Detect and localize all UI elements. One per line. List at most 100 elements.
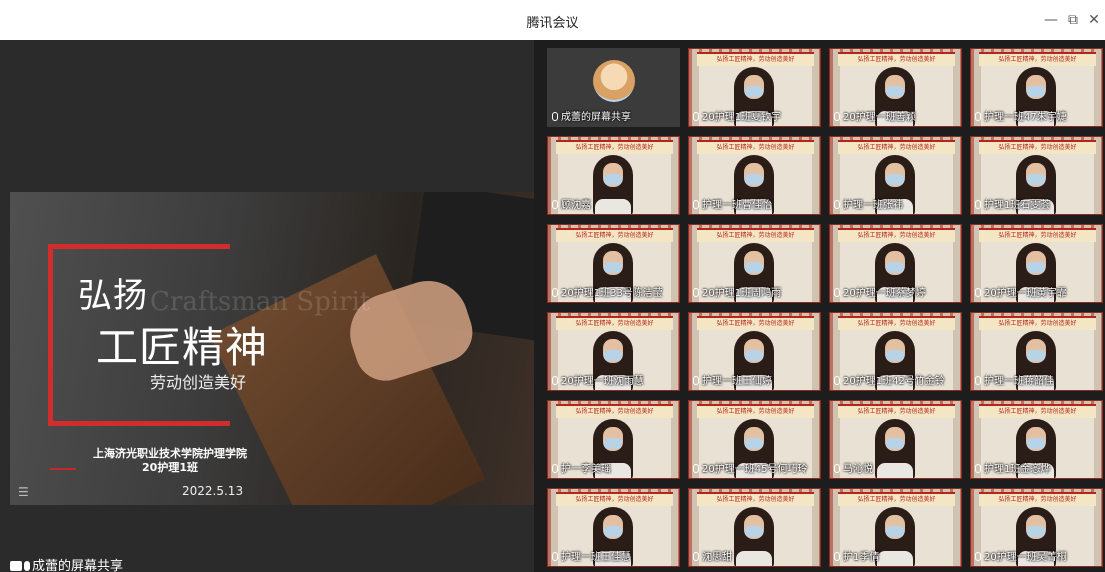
participant-name: 20护理1班周鸿雨 — [693, 284, 781, 299]
mic-icon — [975, 200, 981, 209]
screen-share-caption: 成蕾的屏幕共享 — [10, 555, 123, 572]
tile-banner: 弘扬工匠精神，劳动创造美好 — [697, 140, 814, 154]
mic-icon — [834, 200, 840, 209]
participant-tile[interactable]: 弘扬工匠精神，劳动创造美好 护1季倩 — [829, 488, 962, 567]
mic-icon — [975, 376, 981, 385]
mic-icon — [552, 464, 558, 473]
participant-tile[interactable]: 弘扬工匠精神，劳动创造美好 20护理一班善颖 — [829, 48, 962, 127]
participant-name: 沈思甜 — [693, 548, 732, 563]
mic-icon — [693, 200, 699, 209]
participant-name: 20护理一班善颖 — [834, 108, 916, 123]
mic-icon — [834, 552, 840, 561]
participant-tile[interactable]: 弘扬工匠精神，劳动创造美好 20护理一班黄宇霏 — [970, 224, 1103, 303]
participant-name-text: 20护理1班42号竹金铃 — [843, 376, 945, 387]
participant-video — [875, 419, 915, 478]
close-button[interactable]: ✕ — [1083, 10, 1105, 30]
mic-icon — [834, 464, 840, 473]
participant-video — [593, 155, 633, 214]
tile-banner: 弘扬工匠精神，劳动创造美好 — [979, 228, 1096, 242]
participant-tile[interactable]: 成蕾的屏幕共享 — [547, 48, 680, 127]
participant-tile[interactable]: 弘扬工匠精神，劳动创造美好 20护理一班沈雨慧 — [547, 312, 680, 391]
tile-banner: 弘扬工匠精神，劳动创造美好 — [838, 228, 955, 242]
participant-tile[interactable]: 弘扬工匠精神，劳动创造美好 护理一班曹佳怡 — [688, 136, 821, 215]
org-line1: 上海济光职业技术学院护理学院 — [93, 447, 247, 460]
participant-name: 20护理一班黄宇霏 — [975, 284, 1067, 299]
mic-icon — [834, 288, 840, 297]
participant-name: 20护理1班夏钦宇 — [693, 108, 781, 123]
participant-name-text: 沈思甜 — [702, 552, 732, 563]
participant-name-text: 20护理一班45号何巧玲 — [702, 464, 808, 475]
window-title: 腾讯会议 — [526, 16, 579, 31]
participant-name-text: 20护理一班吴菁桐 — [984, 552, 1067, 563]
participant-tile[interactable]: 弘扬工匠精神，劳动创造美好护理一班47朱宇婕 — [970, 48, 1103, 127]
participant-name-text: 20护理1班夏钦宇 — [702, 112, 782, 123]
mic-icon — [24, 561, 30, 571]
participant-tile[interactable]: 弘扬工匠精神，劳动创造美好护理1班金忞烨 — [970, 400, 1103, 479]
org-line2: 20护理1班 — [142, 461, 198, 474]
mic-icon — [975, 112, 981, 121]
participant-tile[interactable]: 弘扬工匠精神，劳动创造美好 护理一班王佳慧 — [547, 488, 680, 567]
participant-tile[interactable]: 弘扬工匠精神，劳动创造美好 20护理一班吴菁桐 — [970, 488, 1103, 567]
mic-icon — [693, 552, 699, 561]
participant-name: 20护理1班33号陈洁莹 — [552, 284, 663, 299]
participant-tile[interactable]: 弘扬工匠精神，劳动创造美好 护理一班张祎 — [829, 136, 962, 215]
screen-share-label: 成蕾的屏幕共享 — [32, 559, 124, 572]
participant-tile[interactable]: 弘扬工匠精神，劳动创造美好 20护理1班周鸿雨 — [688, 224, 821, 303]
participant-tile[interactable]: 弘扬工匠精神，劳动创造美好 20护理1班42号竹金铃 — [829, 312, 962, 391]
participant-name: 护理一班47朱宇婕 — [975, 108, 1067, 123]
participant-name: 20护理一班沈雨慧 — [552, 372, 644, 387]
tile-banner: 弘扬工匠精神，劳动创造美好 — [697, 404, 814, 418]
mic-icon — [975, 552, 981, 561]
tile-banner: 弘扬工匠精神，劳动创造美好 — [697, 228, 814, 242]
participant-tile[interactable]: 弘扬工匠精神，劳动创造美好 20护理1班33号陈洁莹 — [547, 224, 680, 303]
participant-tile[interactable]: 弘扬工匠精神，劳动创造美好 顾沈嘉 — [547, 136, 680, 215]
participant-tile[interactable]: 弘扬工匠精神，劳动创造美好 马沁悦 — [829, 400, 962, 479]
tile-banner: 弘扬工匠精神，劳动创造美好 — [697, 52, 814, 66]
mic-icon — [552, 552, 558, 561]
participant-name: 护理1班石雯荟 — [975, 196, 1050, 211]
participant-name: 马沁悦 — [834, 460, 873, 475]
tile-banner: 弘扬工匠精神，劳动创造美好 — [979, 404, 1096, 418]
tile-banner: 弘扬工匠精神，劳动创造美好 — [556, 404, 673, 418]
mic-icon — [975, 288, 981, 297]
tile-banner: 弘扬工匠精神，劳动创造美好 — [556, 492, 673, 506]
participant-tile[interactable]: 弘扬工匠精神，劳动创造美好沈思甜 — [688, 488, 821, 567]
participant-name-text: 20护理1班33号陈洁莹 — [561, 288, 663, 299]
participant-name: 20护理一班吴菁桐 — [975, 548, 1067, 563]
tile-banner: 弘扬工匠精神，劳动创造美好 — [979, 140, 1096, 154]
tile-banner: 弘扬工匠精神，劳动创造美好 — [838, 52, 955, 66]
participant-video — [734, 507, 774, 566]
participant-tile[interactable]: 弘扬工匠精神，劳动创造美好 20护理一班蔡梦婷 — [829, 224, 962, 303]
mic-icon — [693, 112, 699, 121]
participant-name-text: 护理一班张祎 — [843, 200, 903, 211]
slide-list-icon[interactable]: ☰ — [18, 485, 29, 499]
slide-title-line1: 弘扬 — [78, 276, 148, 316]
mic-icon — [834, 112, 840, 121]
participant-name-text: 护1季倩 — [843, 552, 880, 563]
tile-banner: 弘扬工匠精神，劳动创造美好 — [979, 52, 1096, 66]
participant-tile[interactable]: 弘扬工匠精神，劳动创造美好 20护理1班夏钦宇 — [688, 48, 821, 127]
participant-name: 20护理一班45号何巧玲 — [693, 460, 807, 475]
participant-name-text: 护理1班金忞烨 — [984, 464, 1051, 475]
maximize-button[interactable]: ⧉ — [1062, 10, 1084, 30]
tile-banner: 弘扬工匠精神，劳动创造美好 — [979, 492, 1096, 506]
title-bar: 腾讯会议 — ⧉ ✕ — [0, 0, 1105, 40]
participant-tile[interactable]: 弘扬工匠精神，劳动创造美好 20护理一班45号何巧玲 — [688, 400, 821, 479]
participant-name-text: 护理一班47朱宇婕 — [984, 112, 1067, 123]
participant-name: 护理一班王仙婷 — [693, 372, 772, 387]
participant-name-text: 护理1班石雯荟 — [984, 200, 1051, 211]
participant-name: 护1季倩 — [834, 548, 879, 563]
mic-icon — [693, 376, 699, 385]
slide-watermark-text: Craftsman Spirit — [150, 287, 371, 317]
participant-name-text: 20护理一班黄宇霏 — [984, 288, 1067, 299]
participant-name-text: 马沁悦 — [843, 464, 873, 475]
red-frame-cap-bottom — [220, 421, 230, 426]
participant-tile[interactable]: 弘扬工匠精神，劳动创造美好 护理一班蒋韶佳 — [970, 312, 1103, 391]
screen-share-area[interactable]: Craftsman Spirit 弘扬 工匠精神 劳动创造美好 上海济光职业技术… — [0, 40, 534, 572]
participant-tile[interactable]: 弘扬工匠精神，劳动创造美好护理1班石雯荟 — [970, 136, 1103, 215]
participant-tile[interactable]: 弘扬工匠精神，劳动创造美好 护理一班王仙婷 — [688, 312, 821, 391]
participant-name-text: 护理一班王仙婷 — [702, 376, 772, 387]
participant-tile[interactable]: 弘扬工匠精神，劳动创造美好 护一李美瑶 — [547, 400, 680, 479]
minimize-button[interactable]: — — [1040, 10, 1062, 30]
tile-banner: 弘扬工匠精神，劳动创造美好 — [697, 492, 814, 506]
